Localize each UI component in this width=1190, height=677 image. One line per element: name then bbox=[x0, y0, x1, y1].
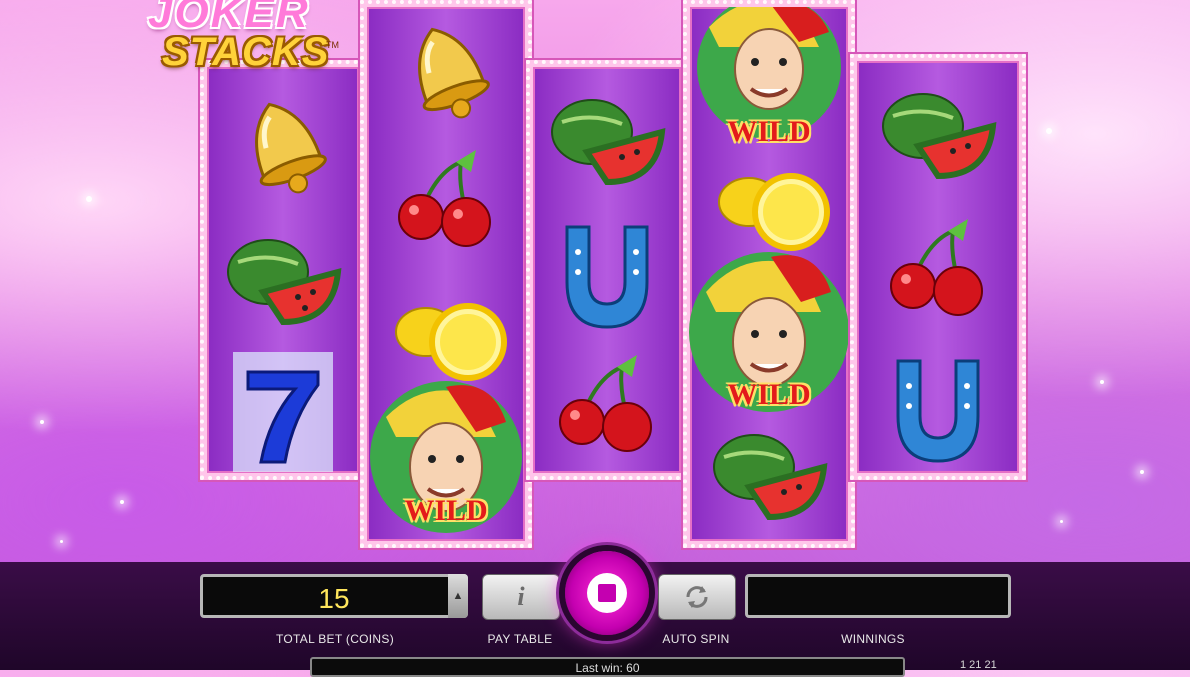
info-icon: i bbox=[517, 582, 525, 611]
stop-icon bbox=[587, 573, 627, 613]
watermelon-icon bbox=[868, 71, 1008, 201]
cherries-icon bbox=[868, 211, 1008, 341]
watermelon-icon bbox=[537, 77, 677, 207]
balance-text: 1 21 21 bbox=[960, 659, 997, 671]
last-win-bar: Last win: 60 bbox=[310, 657, 905, 677]
sparkle bbox=[1046, 128, 1052, 134]
bet-stepper-up-icon[interactable]: ▲ bbox=[448, 574, 468, 618]
pay-table-button[interactable]: i bbox=[482, 574, 560, 620]
game-logo: JOKER STACKS TM bbox=[140, 0, 340, 85]
seven-icon bbox=[213, 347, 353, 477]
sparkle bbox=[1140, 470, 1144, 474]
horseshoe-icon bbox=[868, 346, 1008, 476]
reel-2: WILD bbox=[360, 0, 532, 548]
watermelon-icon bbox=[213, 212, 353, 342]
horseshoe-icon bbox=[537, 212, 677, 342]
reel-5 bbox=[850, 54, 1026, 480]
pay-table-label: PAY TABLE bbox=[487, 632, 553, 646]
total-bet-value: 15 bbox=[318, 583, 350, 614]
spin-button[interactable] bbox=[565, 551, 649, 635]
auto-spin-label: AUTO SPIN bbox=[662, 632, 730, 646]
bell-icon bbox=[213, 72, 353, 202]
watermelon-icon bbox=[699, 412, 839, 542]
logo-text-stacks: STACKS bbox=[162, 30, 330, 74]
sparkle bbox=[1060, 520, 1063, 523]
reel-4: WILD WILD bbox=[683, 0, 855, 548]
joker-wild-icon: WILD bbox=[689, 7, 849, 157]
wild-label: WILD bbox=[727, 115, 811, 148]
sparkle bbox=[1100, 380, 1104, 384]
reel-3 bbox=[526, 60, 688, 480]
sparkle bbox=[60, 540, 63, 543]
cherries-icon bbox=[537, 347, 677, 477]
sparkle bbox=[40, 420, 44, 424]
wild-label: WILD bbox=[404, 494, 488, 527]
total-bet-label: TOTAL BET (COINS) bbox=[275, 632, 394, 646]
cherries-icon bbox=[376, 142, 516, 272]
joker-wild-icon: WILD bbox=[686, 242, 852, 422]
reel-1 bbox=[200, 60, 366, 480]
winnings-field bbox=[745, 574, 1011, 618]
bell-icon bbox=[376, 7, 516, 137]
joker-wild-icon: WILD bbox=[366, 377, 526, 542]
sparkle bbox=[120, 500, 124, 504]
logo-trademark: TM bbox=[326, 40, 339, 50]
sparkle bbox=[86, 196, 92, 202]
wild-label: WILD bbox=[727, 378, 811, 411]
total-bet-field: 15 ▲ bbox=[200, 574, 468, 618]
auto-spin-button[interactable] bbox=[658, 574, 736, 620]
winnings-label: WINNINGS bbox=[841, 632, 905, 646]
auto-spin-icon bbox=[686, 586, 708, 608]
